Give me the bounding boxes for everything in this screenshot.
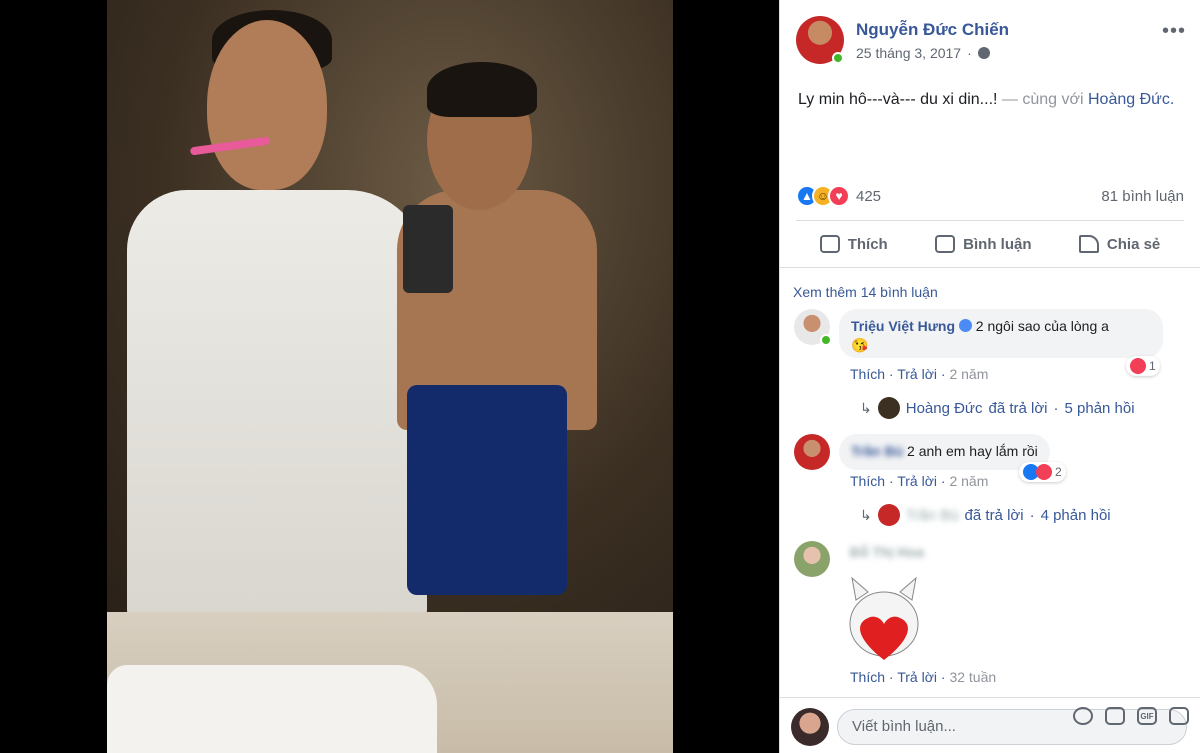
reaction-count[interactable]: 425	[856, 188, 881, 205]
replies-count: 5 phản hồi	[1064, 399, 1135, 417]
view-replies-link[interactable]: ↳ Hoàng Đức đã trả lời · 5 phản hồi	[860, 397, 1135, 419]
camera-icon[interactable]	[1105, 707, 1125, 725]
verified-badge-icon	[958, 319, 972, 332]
photo-face	[207, 20, 327, 190]
comment-author[interactable]: Triệu Việt Hưng	[851, 318, 955, 334]
reply-arrow-icon: ↳	[860, 399, 872, 416]
comment-time[interactable]: 2 năm	[949, 366, 988, 382]
comment-icon	[935, 235, 956, 253]
love-reaction-icon	[1036, 464, 1052, 480]
photo-sink	[107, 665, 437, 753]
see-more-comments[interactable]: Xem thêm 14 bình luận	[793, 284, 938, 300]
sticker-icon[interactable]	[1169, 707, 1189, 725]
with-text: — cùng với	[997, 91, 1088, 108]
replies-verb: đã trả lời	[988, 399, 1048, 417]
comment-actions: Thích · Trả lời · 2 năm	[850, 366, 989, 382]
post-header: Nguyễn Đức Chiến 25 tháng 3, 2017 · •••	[796, 16, 1186, 66]
comment-button[interactable]: Bình luận	[935, 235, 1031, 253]
comment-like-link[interactable]: Thích	[850, 473, 885, 489]
online-indicator-icon	[832, 52, 844, 64]
comment-reactions[interactable]: 1	[1126, 356, 1160, 376]
meta-separator: ·	[967, 45, 972, 61]
love-reaction-icon	[1130, 358, 1146, 374]
share-icon	[1078, 235, 1099, 253]
replies-count: 4 phản hồi	[1040, 506, 1111, 524]
post-actions: Thích Bình luận Chia sẻ	[796, 222, 1184, 266]
post-meta: 25 tháng 3, 2017 ·	[856, 45, 990, 61]
share-label: Chia sẻ	[1106, 235, 1161, 253]
tagged-end: .	[1169, 91, 1175, 108]
avatar	[791, 708, 829, 746]
post-photo[interactable]	[107, 0, 673, 753]
avatar	[877, 504, 900, 526]
comment-reply-link[interactable]: Trả lời	[897, 669, 937, 685]
replies-verb: đã trả lời	[964, 506, 1024, 524]
author-name[interactable]: Nguyễn Đức Chiến	[856, 20, 1009, 40]
avatar	[877, 397, 900, 419]
comment-reactions[interactable]: 2	[1019, 462, 1066, 482]
love-sticker-image	[849, 576, 919, 660]
comment-reaction-count: 1	[1149, 359, 1156, 373]
avatar[interactable]	[794, 434, 830, 470]
comment-author-row: Đỗ Thị Hoa	[850, 544, 924, 560]
emoji-icon[interactable]	[1073, 707, 1093, 725]
comment-count[interactable]: 81 bình luận	[1101, 188, 1184, 205]
avatar[interactable]	[794, 541, 830, 577]
photo-phone	[403, 205, 453, 293]
comment-reaction-count: 2	[1055, 465, 1062, 479]
gif-icon[interactable]: GIF	[1137, 707, 1157, 725]
photo-hair-2	[427, 62, 537, 117]
photo-shorts	[407, 385, 567, 595]
comment-actions: Thích · Trả lời · 32 tuần	[850, 669, 997, 685]
reply-arrow-icon: ↳	[860, 506, 872, 523]
divider	[796, 220, 1184, 221]
comment-author[interactable]: Trần Bù	[851, 443, 903, 459]
comment-reply-link[interactable]: Trả lời	[897, 366, 937, 382]
comment-text: 2 ngôi sao của lòng a	[975, 318, 1109, 334]
photo-viewer	[0, 0, 779, 753]
comment-actions: Thích · Trả lời · 2 năm	[850, 473, 989, 489]
globe-icon[interactable]	[977, 47, 990, 59]
kiss-emoji-icon: 😘	[851, 337, 869, 353]
comment-bubble: Triệu Việt Hưng 2 ngôi sao của lòng a 😘	[839, 309, 1163, 358]
replies-separator: ·	[1053, 399, 1059, 417]
composer-tools: GIF	[1073, 706, 1189, 726]
post-text: Ly min hô---và--- du xi din...! — cùng v…	[798, 88, 1178, 111]
online-indicator-icon	[820, 334, 832, 346]
comment-reply-link[interactable]: Trả lời	[897, 473, 937, 489]
comment-label: Bình luận	[963, 235, 1032, 253]
replies-author: Trần Bù	[905, 506, 959, 524]
photo-person-robe	[127, 190, 427, 620]
comment-time[interactable]: 2 năm	[949, 473, 988, 489]
post-date[interactable]: 25 tháng 3, 2017	[856, 45, 961, 61]
comment-like-link[interactable]: Thích	[850, 366, 885, 382]
comment-composer: Viết bình luận... GIF	[780, 697, 1200, 753]
replies-separator: ·	[1029, 506, 1035, 524]
comment-bubble: Trần Bù 2 anh em hay lắm rồi	[839, 434, 1050, 470]
love-reaction-icon: ♥	[828, 185, 850, 207]
reactions-summary: ▲ ☺ ♥ 425 81 bình luận	[796, 183, 1184, 209]
tagged-person[interactable]: Hoàng Đức	[1088, 91, 1170, 108]
thumbs-up-icon	[819, 235, 840, 253]
share-button[interactable]: Chia sẻ	[1078, 235, 1161, 253]
comment-author[interactable]: Đỗ Thị Hoa	[850, 544, 924, 560]
replies-author: Hoàng Đức	[905, 399, 983, 417]
like-button[interactable]: Thích	[819, 235, 888, 253]
comment-like-link[interactable]: Thích	[850, 669, 885, 685]
more-options-icon[interactable]: •••	[1162, 20, 1186, 43]
comment-text: 2 anh em hay lắm rồi	[907, 443, 1038, 459]
view-replies-link[interactable]: ↳ Trần Bù đã trả lời · 4 phản hồi	[860, 504, 1111, 526]
like-label: Thích	[847, 235, 888, 253]
post-caption: Ly min hô---và--- du xi din...!	[798, 91, 998, 108]
comment-time[interactable]: 32 tuần	[949, 669, 996, 685]
